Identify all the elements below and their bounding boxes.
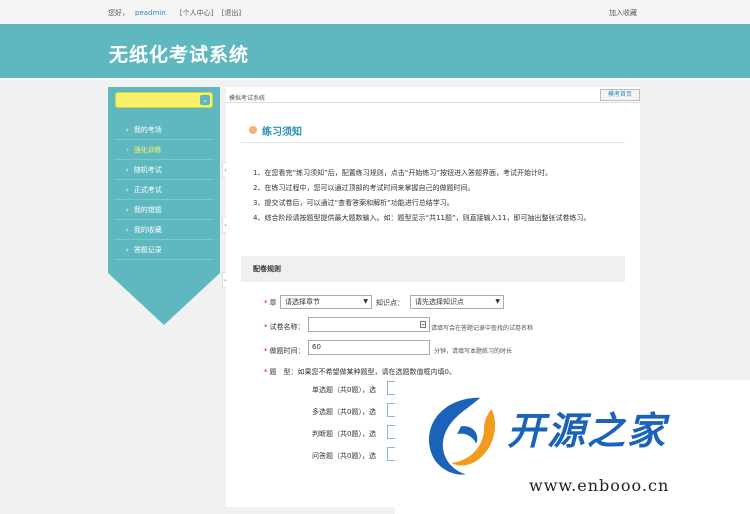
chevron-right-icon: › <box>126 226 129 234</box>
sidebar-item[interactable]: › 答题记录 <box>114 240 214 260</box>
sidebar-item[interactable]: › 我的考场 <box>114 120 214 140</box>
question-type-label: 判断题（共0题），选 <box>312 430 376 438</box>
watermark-logo: 开源之家 www.enbooo.cn <box>395 380 750 514</box>
sidebar-item-label: 我的错题 <box>133 206 162 214</box>
time-input[interactable]: 60 <box>308 340 430 355</box>
rules-header: 配卷规则 <box>241 256 625 282</box>
user-links: 您好， peadmin [个人中心] [退出] <box>108 8 247 18</box>
rules-title: 配卷规则 <box>253 265 281 273</box>
section-title: 练习须知 <box>262 127 302 138</box>
bookmark-link[interactable]: 加入收藏 <box>609 8 637 18</box>
chevron-right-icon: › <box>126 166 129 174</box>
chevron-right-icon: › <box>126 126 129 134</box>
logo-swirl-icon <box>429 397 496 475</box>
type-label: * 题 型：如果您不希望做某种题型，请在选题数值框内填0。 <box>264 368 456 376</box>
username-link[interactable]: peadmin <box>135 9 166 17</box>
sidebar-item-label: 正式考试 <box>133 186 162 194</box>
sidebar-menu: › 我的考场 › 强化训练 › 随机考试 › 正式考试 › 我的错题 › 我的收藏 › 答题记录 <box>108 120 220 260</box>
watermark-name: 开源之家 <box>507 409 668 453</box>
chevron-right-icon: › <box>126 246 129 254</box>
paper-name-hint: 请填写会在答题记录中查找的试卷名称 <box>431 325 534 332</box>
notes-list: 1、在您看完“练习须知”后，配置练习规则，点击“开始练习”按钮进入答题界面，考试… <box>253 166 623 226</box>
chevron-right-icon: › <box>126 146 129 154</box>
chevron-right-icon: › <box>126 206 129 214</box>
knowledge-select[interactable]: 请先选择知识点 ▼ <box>410 295 504 309</box>
sidebar-item-label: 我的收藏 <box>133 226 162 234</box>
chevron-right-icon: › <box>126 186 129 194</box>
breadcrumb-divider <box>226 102 640 103</box>
question-type-label: 单选题（共0题），选 <box>312 386 376 394</box>
knowledge-label: 知识点： <box>376 299 404 307</box>
chevron-down-icon[interactable]: ⌄ <box>200 95 210 105</box>
sidebar-item[interactable]: › 我的错题 <box>114 200 214 220</box>
section-divider <box>241 142 625 143</box>
sidebar-item-label: 随机考试 <box>133 166 162 174</box>
caret-down-icon: ▼ <box>363 298 368 305</box>
paper-name-input[interactable] <box>308 317 430 332</box>
sidebar-item[interactable]: › 正式考试 <box>114 180 214 200</box>
note-item: 3、提交试卷后，可以通过“查看答案和解析”功能进行总结学习。 <box>253 199 454 207</box>
text-icon: ≡ <box>420 321 426 328</box>
note-item: 2、在练习过程中，您可以通过顶部的考试时间来掌握自己的做题时间。 <box>253 184 475 192</box>
question-type-label: 问答题（共0题），选 <box>312 452 376 460</box>
site-title: 无纸化考试系统 <box>109 44 250 66</box>
sidebar-item-label: 强化训练 <box>133 146 162 154</box>
sidebar-item[interactable]: › 我的收藏 <box>114 220 214 240</box>
logout-link[interactable]: [退出] <box>222 9 241 17</box>
time-hint: 分钟，请填写本题练习的时长 <box>434 348 513 355</box>
breadcrumb: 模拟考试系统 <box>229 95 266 102</box>
header-divider-white <box>0 78 750 80</box>
top-bar: 您好， peadmin [个人中心] [退出] 加入收藏 <box>0 0 750 24</box>
watermark-url: www.enbooo.cn <box>529 476 670 495</box>
chapter-select[interactable]: 请选择章节 ▼ <box>280 295 372 309</box>
exam-home-button[interactable]: 模考首页 <box>600 89 640 101</box>
paper-name-label: * 试卷名称： <box>264 323 305 331</box>
profile-link[interactable]: [个人中心] <box>180 9 213 17</box>
sidebar-item-label: 我的考场 <box>133 126 162 134</box>
sidebar-item[interactable]: › 强化训练 <box>114 140 214 160</box>
sidebar-bottom-arrow <box>108 273 220 325</box>
sidebar-item[interactable]: › 随机考试 <box>114 160 214 180</box>
caret-down-icon: ▼ <box>495 298 500 305</box>
note-item: 4、综合阶段请按题型提供最大题数输入。如：题型显示“共11题”，则直接输入11，… <box>253 214 591 222</box>
chapter-label: * 章 <box>264 299 277 307</box>
question-type-label: 多选题（共0题），选 <box>312 408 376 416</box>
greeting-text: 您好， peadmin <box>108 9 166 17</box>
note-item: 1、在您看完“练习须知”后，配置练习规则，点击“开始练习”按钮进入答题界面，考试… <box>253 169 552 177</box>
sidebar-subject-select[interactable]: ⌄ <box>115 92 213 108</box>
time-label: * 做题时间： <box>264 347 305 355</box>
header-banner: 无纸化考试系统 <box>0 24 750 76</box>
sidebar-item-label: 答题记录 <box>133 246 162 254</box>
